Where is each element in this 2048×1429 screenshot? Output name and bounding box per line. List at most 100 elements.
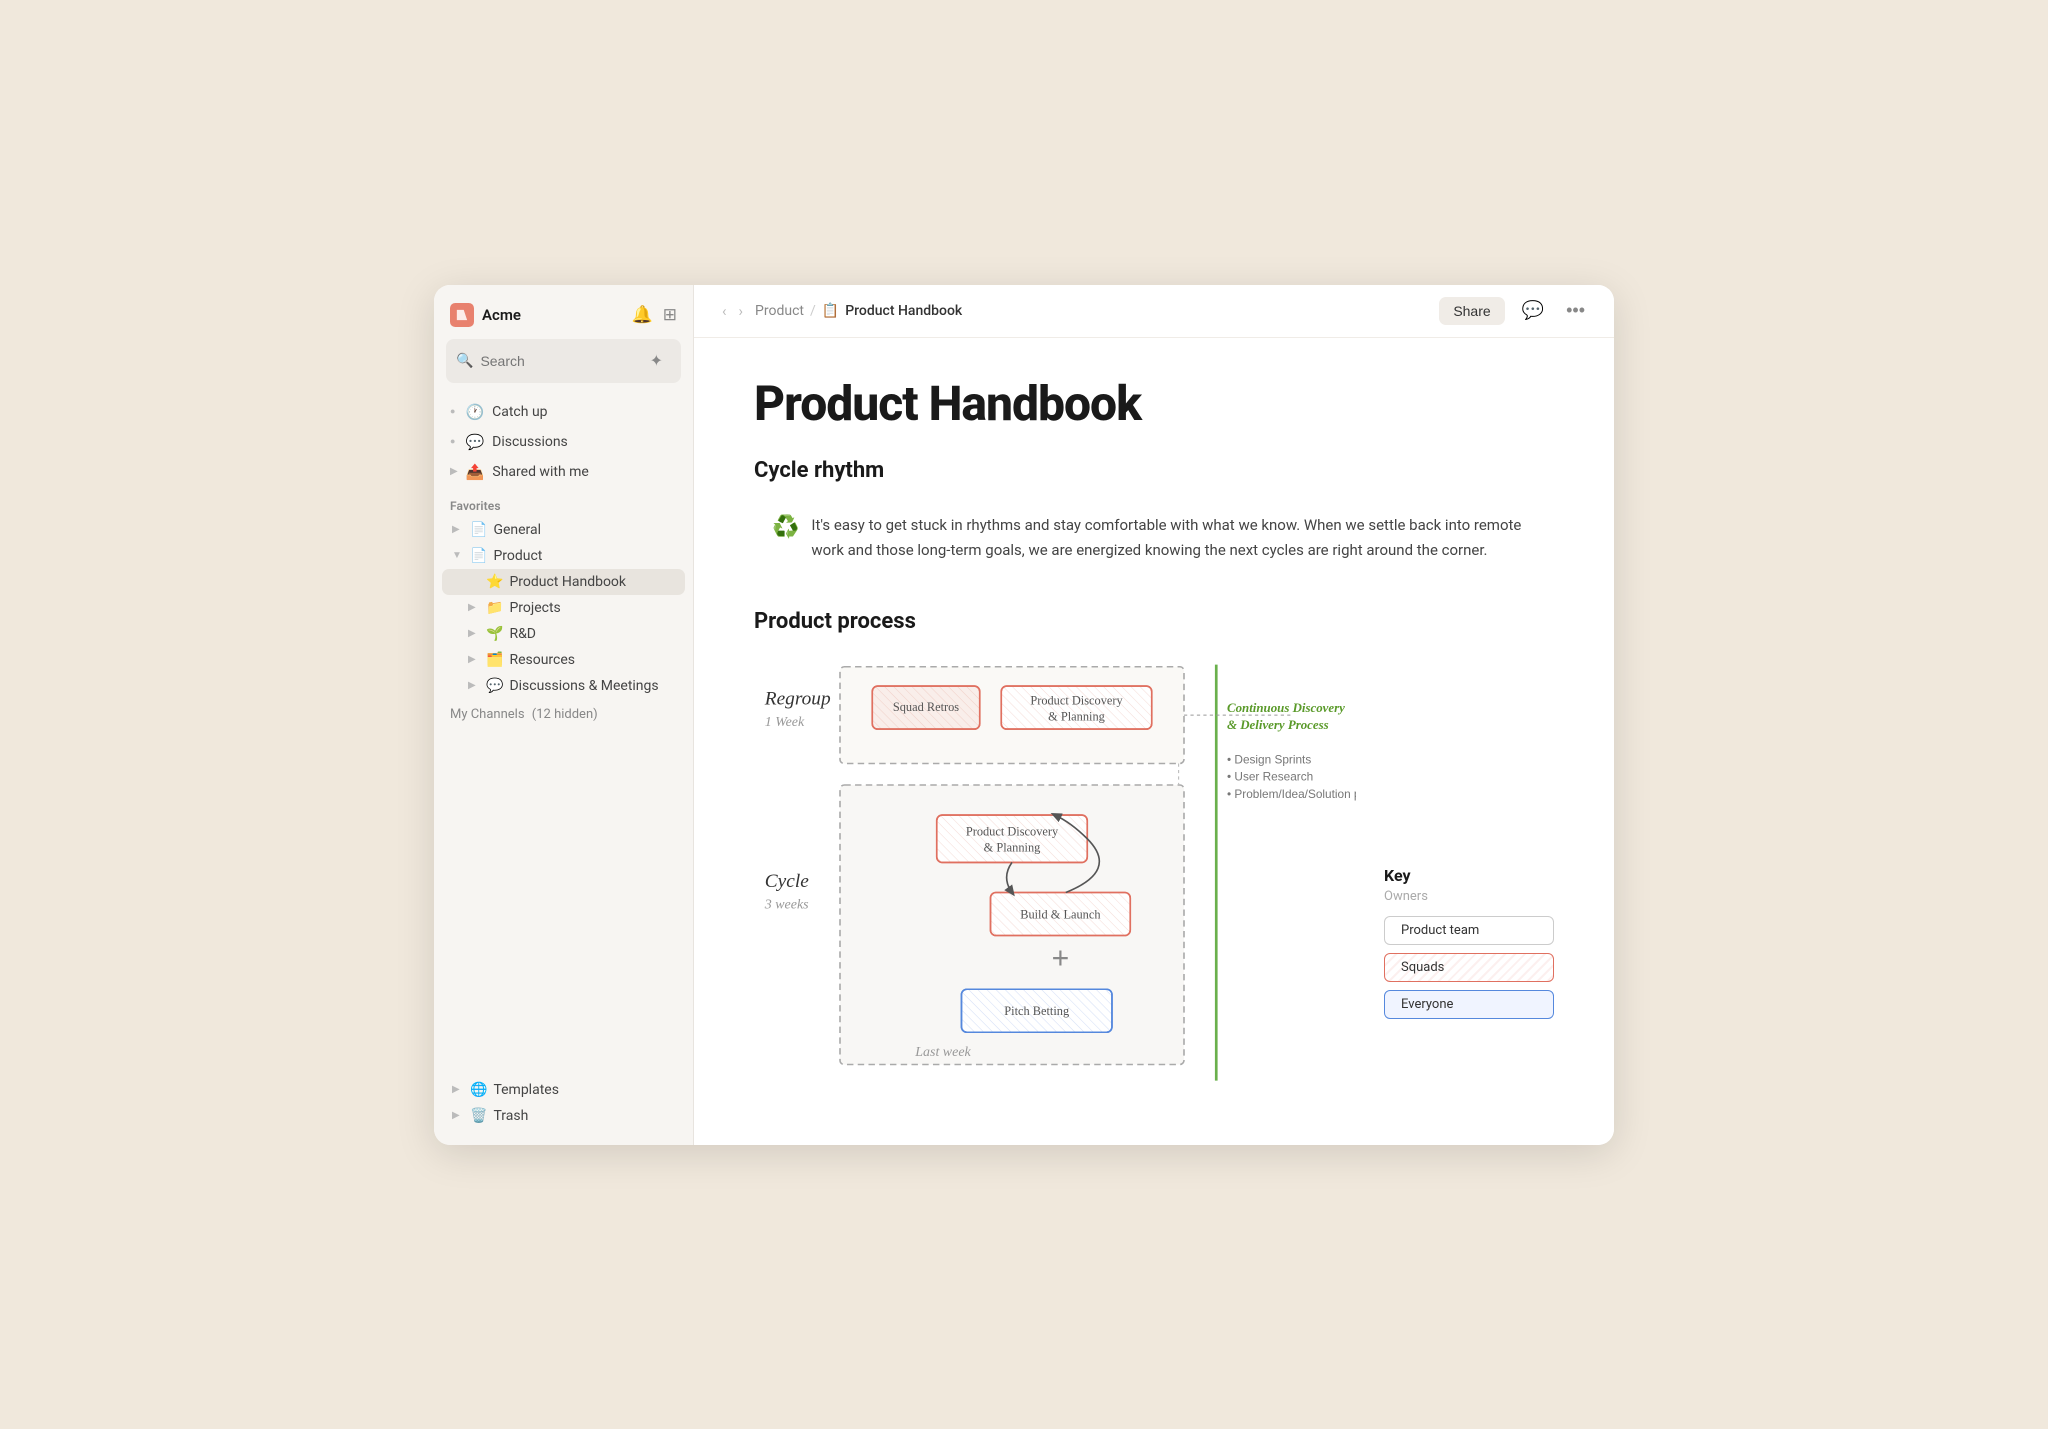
svg-text:Cycle: Cycle (765, 871, 809, 892)
sidebar-bottom: ▶ 🌐 Templates ▶ 🗑️ Trash (434, 1077, 693, 1129)
main-content: ‹ › Product / 📋 Product Handbook Share 💬… (694, 285, 1614, 1145)
back-button[interactable]: ‹ (718, 300, 731, 322)
sidebar-item-rnd[interactable]: ▶ 🌱 R&D (442, 621, 685, 647)
topbar: ‹ › Product / 📋 Product Handbook Share 💬… (694, 285, 1614, 338)
content-area: Product Handbook Cycle rhythm ♻️ It's ea… (694, 338, 1614, 1145)
product-icon: 📄 (470, 548, 487, 564)
breadcrumb-parent[interactable]: Product (755, 303, 804, 319)
breadcrumb: Product / 📋 Product Handbook (755, 303, 1431, 319)
product-label: Product (493, 548, 542, 564)
callout-text: It's easy to get stuck in rhythms and st… (811, 513, 1536, 563)
expand-arrow: ▶ (450, 466, 458, 477)
document-title: Product Handbook (754, 378, 1554, 431)
bullet-dot: ● (450, 436, 455, 447)
svg-text:Build & Launch: Build & Launch (1020, 907, 1101, 921)
search-icon: 🔍 (456, 353, 473, 369)
svg-text:Continuous Discovery: Continuous Discovery (1227, 701, 1345, 715)
sidebar-item-resources[interactable]: ▶ 🗂️ Resources (442, 647, 685, 673)
templates-arrow: ▶ (452, 1084, 464, 1095)
cycle-rhythm-heading: Cycle rhythm (754, 458, 1554, 483)
general-label: General (493, 522, 541, 538)
svg-text:Product Discovery: Product Discovery (1030, 693, 1123, 707)
general-arrow: ▶ (452, 524, 464, 535)
channels-label-text: My Channels (450, 707, 525, 722)
rnd-arrow: ▶ (468, 628, 480, 639)
catchup-label: Catch up (492, 404, 547, 420)
templates-label: Templates (493, 1082, 559, 1098)
search-bar: 🔍 ✦ (446, 339, 681, 383)
breadcrumb-icon: 📋 (822, 303, 839, 319)
sidebar-item-general[interactable]: ▶ 📄 General (442, 517, 685, 543)
breadcrumb-separator: / (810, 303, 816, 319)
resources-icon: 🗂️ (486, 652, 503, 668)
diagram-wrap: Regroup 1 Week (754, 656, 1554, 1090)
projects-label: Projects (509, 600, 560, 616)
sidebar-item-templates[interactable]: ▶ 🌐 Templates (442, 1077, 685, 1103)
svg-text:& Delivery Process: & Delivery Process (1227, 718, 1329, 732)
trash-arrow: ▶ (452, 1110, 464, 1121)
callout-block: ♻️ It's easy to get stuck in rhythms and… (754, 499, 1554, 577)
forward-button[interactable]: › (735, 300, 748, 322)
share-button[interactable]: Share (1439, 297, 1504, 325)
svg-text:Regroup: Regroup (764, 688, 831, 709)
disc-meetings-arrow: ▶ (468, 680, 480, 691)
layout-icon[interactable]: ⊞ (663, 305, 677, 325)
product-arrow: ▼ (452, 550, 464, 561)
shared-label: Shared with me (492, 464, 588, 480)
process-section: Product process Regroup 1 Week (754, 609, 1554, 1090)
templates-icon: 🌐 (470, 1082, 487, 1098)
sidebar-nav: ● 🕐 Catch up ● 💬 Discussions ▶ 📤 Shared … (434, 397, 693, 487)
svg-text:& Planning: & Planning (984, 840, 1041, 854)
channels-label: My Channels (12 hidden) (434, 699, 693, 726)
svg-text:+: + (1052, 942, 1070, 975)
svg-text:Squad Retros: Squad Retros (893, 700, 959, 714)
key-section: Key Owners Product team Squads E (1384, 656, 1554, 1027)
comment-button[interactable]: 💬 (1517, 297, 1549, 324)
diagram-main: Regroup 1 Week (754, 656, 1356, 1090)
breadcrumb-current: Product Handbook (845, 303, 962, 319)
handbook-icon: ⭐ (486, 574, 503, 590)
sidebar-header-icons: 🔔 ⊞ (632, 305, 677, 325)
disc-meetings-label: Discussions & Meetings (509, 678, 658, 694)
sidebar-item-projects[interactable]: ▶ 📁 Projects (442, 595, 685, 621)
search-input[interactable] (480, 353, 634, 369)
svg-text:• User Research: • User Research (1227, 769, 1313, 783)
key-badge-product-team: Product team (1384, 916, 1554, 945)
trash-label: Trash (493, 1108, 528, 1124)
svg-text:Pitch Betting: Pitch Betting (1004, 1004, 1069, 1018)
sidebar-item-product-handbook[interactable]: ▶ ⭐ Product Handbook (442, 569, 685, 595)
discussions-icon: 💬 (465, 433, 484, 451)
bullet-dot: ● (450, 406, 455, 417)
key-badge-squads: Squads (1384, 953, 1554, 982)
svg-text:& Planning: & Planning (1048, 709, 1105, 723)
handbook-label: Product Handbook (509, 574, 626, 590)
process-diagram: Regroup 1 Week (754, 656, 1356, 1086)
key-items: Product team Squads Everyone (1384, 916, 1554, 1027)
magic-button[interactable]: ✦ (642, 346, 671, 376)
svg-text:Product Discovery: Product Discovery (966, 824, 1059, 838)
discussions-label: Discussions (492, 434, 568, 450)
app-logo[interactable]: Acme (450, 303, 521, 327)
sidebar-item-product[interactable]: ▼ 📄 Product (442, 543, 685, 569)
rnd-icon: 🌱 (486, 626, 503, 642)
more-options-button[interactable]: ••• (1561, 297, 1590, 324)
channels-hidden-count: (12 hidden) (532, 707, 598, 722)
sidebar-item-trash[interactable]: ▶ 🗑️ Trash (442, 1103, 685, 1129)
sidebar: Acme 🔔 ⊞ 🔍 ✦ ● 🕐 Catch up ● 💬 Discussio (434, 285, 694, 1145)
projects-arrow: ▶ (468, 602, 480, 613)
svg-text:3 weeks: 3 weeks (764, 897, 809, 912)
sidebar-item-catch-up[interactable]: ● 🕐 Catch up (442, 397, 685, 427)
resources-arrow: ▶ (468, 654, 480, 665)
sidebar-item-shared[interactable]: ▶ 📤 Shared with me (442, 457, 685, 487)
general-icon: 📄 (470, 522, 487, 538)
svg-text:Last week: Last week (914, 1045, 971, 1060)
key-subtitle: Owners (1384, 889, 1554, 904)
notifications-icon[interactable]: 🔔 (632, 305, 653, 325)
resources-label: Resources (509, 652, 575, 668)
key-badge-everyone: Everyone (1384, 990, 1554, 1019)
favorites-label: Favorites (434, 487, 693, 517)
sidebar-item-discussions[interactable]: ● 💬 Discussions (442, 427, 685, 457)
sidebar-item-discussions-meetings[interactable]: ▶ 💬 Discussions & Meetings (442, 673, 685, 699)
shared-icon: 📤 (466, 463, 485, 481)
svg-text:1 Week: 1 Week (765, 715, 805, 730)
